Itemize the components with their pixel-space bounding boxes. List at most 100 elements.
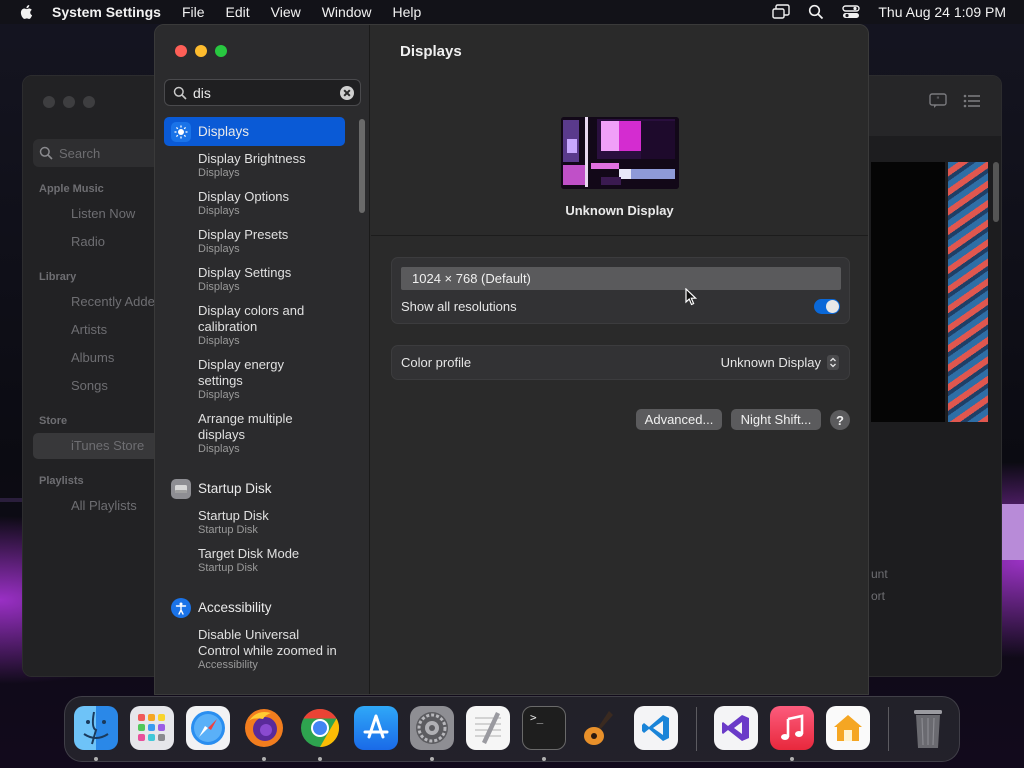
result-category: Displays (198, 281, 240, 293)
trash-icon[interactable] (906, 706, 950, 750)
album-artwork[interactable] (948, 162, 988, 422)
music-item-itunes-store[interactable]: iTunes Store (71, 438, 144, 453)
result-display-presets[interactable]: Display Presets Displays (198, 227, 348, 256)
menu-bar: System Settings File Edit View Window He… (0, 0, 1024, 24)
music-item-all-playlists[interactable]: All Playlists (71, 498, 137, 513)
safari-icon[interactable] (186, 706, 230, 750)
apple-menu-icon[interactable] (18, 3, 36, 21)
settings-search-field[interactable]: dis (164, 79, 361, 106)
result-display-settings[interactable]: Display Settings Displays (198, 265, 348, 294)
sidebar-scrollbar[interactable] (359, 119, 365, 213)
music-search-field[interactable]: Search (33, 139, 173, 167)
result-target-disk-mode[interactable]: Target Disk Mode Startup Disk (198, 546, 348, 575)
pane-divider (371, 235, 868, 236)
running-indicator (790, 757, 794, 761)
result-startup-disk-sub[interactable]: Startup Disk Startup Disk (198, 508, 348, 537)
control-center-icon[interactable] (842, 4, 861, 20)
mouse-pointer-icon (685, 288, 698, 306)
album-artwork-panel (871, 162, 945, 422)
help-button[interactable]: ? (830, 410, 850, 430)
result-label: Display Settings (198, 265, 292, 280)
finder-icon[interactable] (74, 706, 118, 750)
result-accessibility[interactable]: Accessibility (164, 593, 345, 622)
dock: >_ (64, 696, 960, 762)
clear-search-icon[interactable] (340, 85, 354, 100)
menu-app-name[interactable]: System Settings (52, 4, 161, 20)
visual-studio-icon[interactable] (714, 706, 758, 750)
zoom-button[interactable] (215, 45, 227, 57)
spotlight-search-icon[interactable] (808, 4, 824, 20)
show-all-resolutions-toggle[interactable] (814, 299, 840, 314)
menu-help[interactable]: Help (393, 4, 422, 20)
result-startup-disk[interactable]: Startup Disk (164, 474, 345, 503)
firefox-icon[interactable] (242, 706, 286, 750)
music-section-playlists: Playlists (39, 475, 84, 487)
music-icon[interactable] (770, 706, 814, 750)
music-minimize-button[interactable] (63, 96, 75, 108)
music-close-button[interactable] (43, 96, 55, 108)
chrome-icon[interactable] (298, 706, 342, 750)
result-display-colors[interactable]: Display colors and calibration Displays (198, 303, 338, 348)
advanced-button[interactable]: Advanced... (636, 409, 722, 430)
vscode-icon[interactable] (634, 706, 678, 750)
minimize-button[interactable] (195, 45, 207, 57)
search-query[interactable]: dis (193, 85, 340, 101)
startup-disk-icon (171, 478, 191, 499)
lyrics-icon[interactable]: " (929, 93, 947, 109)
displays-icon (171, 121, 191, 142)
result-display-options[interactable]: Display Options Displays (198, 189, 348, 218)
music-item-artists[interactable]: Artists (71, 322, 107, 337)
music-item-songs[interactable]: Songs (71, 378, 108, 393)
color-profile-popup[interactable]: Unknown Display (721, 355, 839, 370)
queue-list-icon[interactable] (963, 93, 981, 109)
result-display-brightness[interactable]: Display Brightness Displays (198, 151, 348, 180)
music-scrollbar[interactable] (993, 162, 999, 222)
result-arrange-displays[interactable]: Arrange multiple displays Displays (198, 411, 328, 456)
display-thumbnail[interactable] (561, 117, 679, 189)
result-label: Display energy settings (198, 357, 284, 388)
music-item-albums[interactable]: Albums (71, 350, 114, 365)
search-icon (39, 146, 53, 160)
music-section-apple-music: Apple Music (39, 183, 104, 195)
result-display-energy[interactable]: Display energy settings Displays (198, 357, 318, 402)
resolution-group: 1024 × 768 (Default) Show all resolution… (391, 257, 850, 324)
app-store-icon[interactable] (354, 706, 398, 750)
svg-text:": " (936, 96, 940, 105)
music-item-radio[interactable]: Radio (71, 234, 105, 249)
system-settings-icon[interactable] (410, 706, 454, 750)
home-icon[interactable] (826, 706, 870, 750)
result-disable-universal-control[interactable]: Disable Universal Control while zoomed i… (198, 627, 338, 672)
result-label: Disable Universal Control while zoomed i… (198, 627, 337, 658)
result-label: Display colors and calibration (198, 303, 305, 334)
search-icon (173, 86, 187, 100)
garageband-icon[interactable] (578, 706, 622, 750)
window-traffic-lights (175, 45, 227, 57)
menu-bar-clock[interactable]: Thu Aug 24 1:09 PM (878, 4, 1006, 20)
menu-file[interactable]: File (182, 4, 205, 20)
settings-sidebar: dis Displays Display Brightness Displays… (155, 25, 370, 694)
launchpad-icon[interactable] (130, 706, 174, 750)
music-fragment-2: ort (871, 589, 886, 603)
close-button[interactable] (175, 45, 187, 57)
result-label: Startup Disk (198, 508, 269, 523)
result-category: Displays (198, 205, 240, 217)
display-preview-image (561, 117, 679, 189)
screen-mirroring-icon[interactable] (772, 4, 791, 20)
resolution-option-selected[interactable]: 1024 × 768 (Default) (401, 267, 841, 290)
accessibility-icon (171, 597, 191, 618)
system-settings-window: dis Displays Display Brightness Displays… (154, 24, 869, 695)
music-item-recently-added[interactable]: Recently Added (71, 294, 162, 309)
color-profile-value: Unknown Display (720, 355, 821, 370)
menu-edit[interactable]: Edit (226, 4, 250, 20)
music-zoom-button[interactable] (83, 96, 95, 108)
result-displays[interactable]: Displays (164, 117, 345, 146)
menu-window[interactable]: Window (322, 4, 372, 20)
textedit-icon[interactable] (466, 706, 510, 750)
music-item-listen-now[interactable]: Listen Now (71, 206, 135, 221)
night-shift-button[interactable]: Night Shift... (731, 409, 821, 430)
music-section-store: Store (39, 415, 68, 427)
wallpaper-stripe (0, 498, 22, 502)
dock-separator (888, 707, 889, 751)
menu-view[interactable]: View (271, 4, 301, 20)
terminal-icon[interactable]: >_ (522, 706, 566, 750)
